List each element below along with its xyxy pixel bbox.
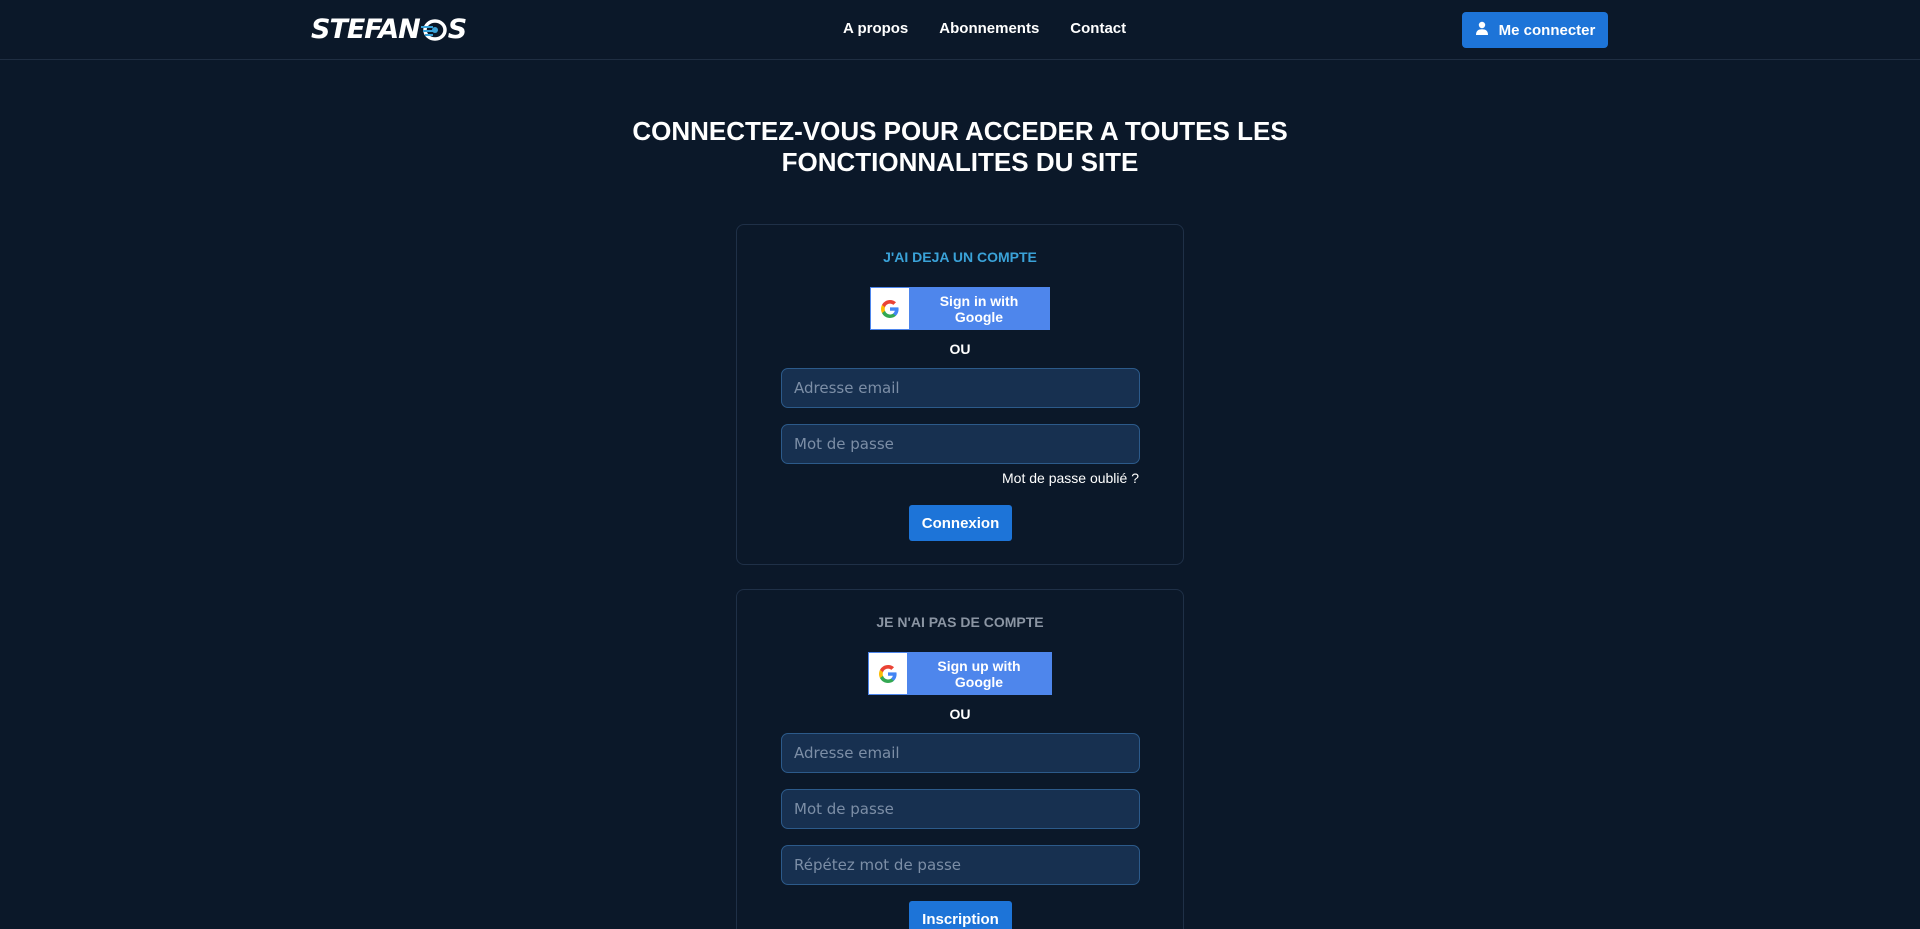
top-navbar: STEFAN S A propos Abonnements Contact Me… xyxy=(0,0,1920,60)
sign-in-with-google-button[interactable]: Sign in with Google xyxy=(870,287,1050,330)
logo-text-left: STEFAN xyxy=(311,14,421,45)
signup-password-field[interactable] xyxy=(781,789,1140,829)
inscription-button[interactable]: Inscription xyxy=(909,901,1012,929)
nav-link-abonnements[interactable]: Abonnements xyxy=(939,20,1039,37)
google-g-icon xyxy=(871,288,909,329)
main-nav: A propos Abonnements Contact xyxy=(843,20,1126,37)
login-card: J'AI DEJA UN COMPTE Sign in with Google … xyxy=(736,224,1184,565)
signup-card-title: JE N'AI PAS DE COMPTE xyxy=(876,614,1044,630)
site-logo[interactable]: STEFAN S xyxy=(311,14,467,45)
or-separator: OU xyxy=(949,341,971,357)
google-g-icon xyxy=(869,653,907,694)
login-email-field[interactable] xyxy=(781,368,1140,408)
signup-repeat-password-field[interactable] xyxy=(781,845,1140,885)
or-separator: OU xyxy=(949,706,971,722)
login-card-title: J'AI DEJA UN COMPTE xyxy=(883,249,1037,265)
nav-link-contact[interactable]: Contact xyxy=(1070,20,1126,37)
sign-in-with-google-label: Sign in with Google xyxy=(939,292,1019,325)
signup-card: JE N'AI PAS DE COMPTE Sign up with Googl… xyxy=(736,589,1184,929)
me-connecter-label: Me connecter xyxy=(1498,21,1596,39)
sign-up-with-google-button[interactable]: Sign up with Google xyxy=(868,652,1052,695)
forgot-password-link[interactable]: Mot de passe oublié ? xyxy=(1002,470,1139,486)
sign-up-with-google-label: Sign up with Google xyxy=(937,657,1021,690)
user-icon xyxy=(1475,21,1489,39)
logo-text-right: S xyxy=(447,14,467,45)
connexion-button[interactable]: Connexion xyxy=(909,505,1012,541)
nav-link-a-propos[interactable]: A propos xyxy=(843,20,908,37)
page-title: CONNECTEZ-VOUS POUR ACCEDER A TOUTES LES… xyxy=(560,116,1360,178)
page-title-line-1: CONNECTEZ-VOUS POUR ACCEDER A TOUTES LES xyxy=(632,116,1288,146)
logo-o-mark-icon xyxy=(420,17,447,43)
me-connecter-button[interactable]: Me connecter xyxy=(1462,12,1608,48)
signup-email-field[interactable] xyxy=(781,733,1140,773)
login-password-field[interactable] xyxy=(781,424,1140,464)
page-title-line-2: FONCTIONNALITES DU SITE xyxy=(781,147,1139,177)
